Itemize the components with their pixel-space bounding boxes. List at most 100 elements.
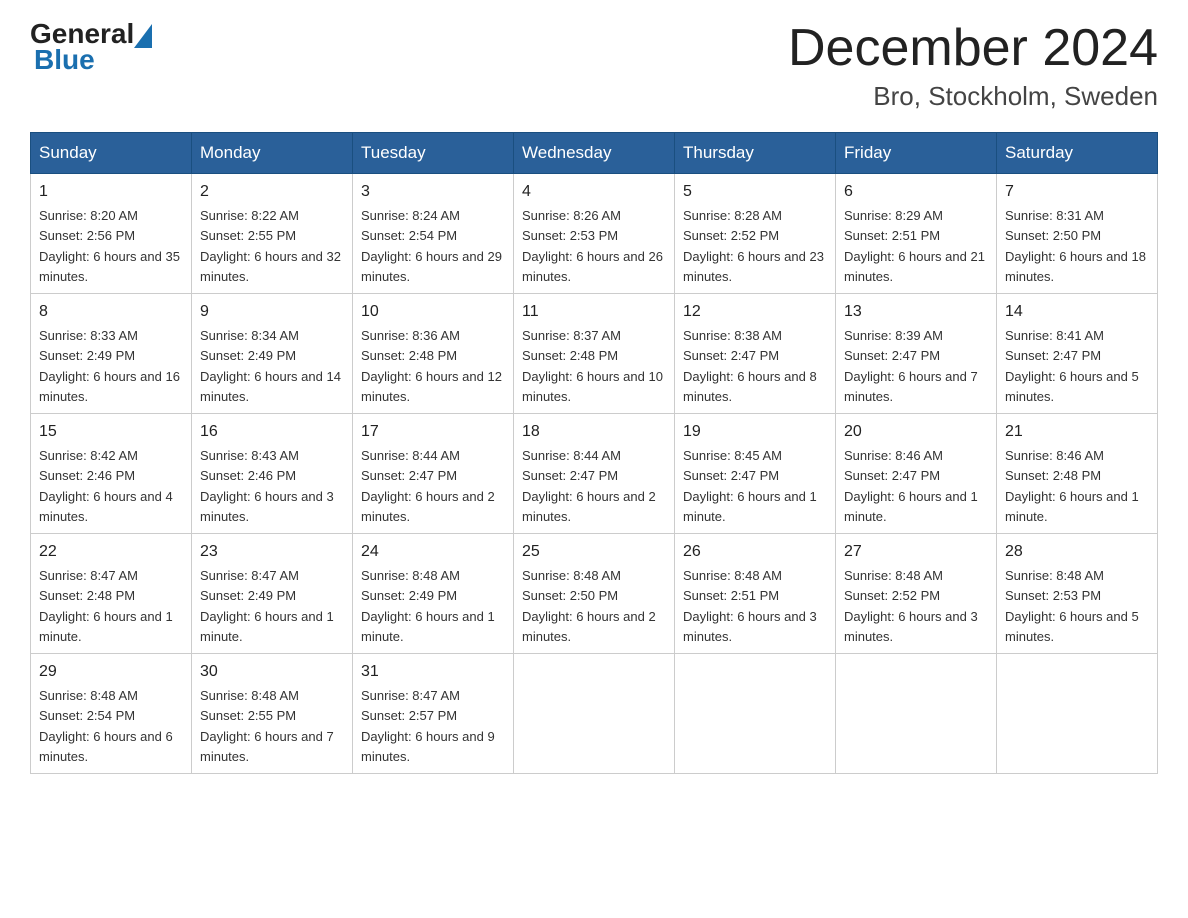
day-info: Sunrise: 8:44 AMSunset: 2:47 PMDaylight:…	[361, 448, 495, 524]
calendar-day-cell: 7 Sunrise: 8:31 AMSunset: 2:50 PMDaylight…	[997, 174, 1158, 294]
day-number: 25	[522, 540, 666, 564]
calendar-week-row: 15 Sunrise: 8:42 AMSunset: 2:46 PMDayligh…	[31, 414, 1158, 534]
day-number: 23	[200, 540, 344, 564]
calendar-day-cell: 19 Sunrise: 8:45 AMSunset: 2:47 PMDayligh…	[675, 414, 836, 534]
calendar-day-cell: 11 Sunrise: 8:37 AMSunset: 2:48 PMDayligh…	[514, 294, 675, 414]
calendar-day-cell: 16Sunrise: 8:43 AMSunset: 2:46 PMDayligh…	[192, 414, 353, 534]
day-info: Sunrise: 8:44 AMSunset: 2:47 PMDaylight:…	[522, 448, 656, 524]
day-number: 13	[844, 300, 988, 324]
calendar-day-cell	[675, 654, 836, 774]
day-number: 17	[361, 420, 505, 444]
day-of-week-header: Wednesday	[514, 133, 675, 174]
day-number: 14	[1005, 300, 1149, 324]
day-info: Sunrise: 8:37 AMSunset: 2:48 PMDaylight:…	[522, 328, 663, 404]
day-number: 8	[39, 300, 183, 324]
day-number: 1	[39, 180, 183, 204]
day-info: Sunrise: 8:36 AMSunset: 2:48 PMDaylight:…	[361, 328, 502, 404]
calendar-day-cell	[836, 654, 997, 774]
day-of-week-header: Thursday	[675, 133, 836, 174]
calendar-week-row: 22 Sunrise: 8:47 AMSunset: 2:48 PMDayligh…	[31, 534, 1158, 654]
calendar-week-row: 1 Sunrise: 8:20 AMSunset: 2:56 PMDaylight…	[31, 174, 1158, 294]
day-of-week-header: Tuesday	[353, 133, 514, 174]
calendar-day-cell: 13Sunrise: 8:39 AMSunset: 2:47 PMDayligh…	[836, 294, 997, 414]
day-number: 19	[683, 420, 827, 444]
calendar-day-cell: 31 Sunrise: 8:47 AMSunset: 2:57 PMDayligh…	[353, 654, 514, 774]
logo: General Blue	[30, 20, 152, 76]
calendar-day-cell: 3Sunrise: 8:24 AMSunset: 2:54 PMDaylight…	[353, 174, 514, 294]
day-info: Sunrise: 8:42 AMSunset: 2:46 PMDaylight:…	[39, 448, 173, 524]
day-number: 7	[1005, 180, 1149, 204]
day-info: Sunrise: 8:22 AMSunset: 2:55 PMDaylight:…	[200, 208, 341, 284]
day-info: Sunrise: 8:38 AMSunset: 2:47 PMDaylight:…	[683, 328, 817, 404]
day-info: Sunrise: 8:33 AMSunset: 2:49 PMDaylight:…	[39, 328, 180, 404]
day-info: Sunrise: 8:48 AMSunset: 2:49 PMDaylight:…	[361, 568, 495, 644]
day-info: Sunrise: 8:26 AMSunset: 2:53 PMDaylight:…	[522, 208, 663, 284]
calendar-week-row: 29 Sunrise: 8:48 AMSunset: 2:54 PMDayligh…	[31, 654, 1158, 774]
day-of-week-header: Friday	[836, 133, 997, 174]
day-info: Sunrise: 8:47 AMSunset: 2:49 PMDaylight:…	[200, 568, 334, 644]
day-number: 27	[844, 540, 988, 564]
calendar-day-cell: 18 Sunrise: 8:44 AMSunset: 2:47 PMDayligh…	[514, 414, 675, 534]
calendar-day-cell: 26 Sunrise: 8:48 AMSunset: 2:51 PMDayligh…	[675, 534, 836, 654]
calendar-day-cell: 9Sunrise: 8:34 AMSunset: 2:49 PMDaylight…	[192, 294, 353, 414]
calendar-title-area: December 2024 Bro, Stockholm, Sweden	[788, 20, 1158, 112]
day-of-week-header: Monday	[192, 133, 353, 174]
day-number: 18	[522, 420, 666, 444]
day-info: Sunrise: 8:48 AMSunset: 2:54 PMDaylight:…	[39, 688, 173, 764]
day-info: Sunrise: 8:31 AMSunset: 2:50 PMDaylight:…	[1005, 208, 1146, 284]
calendar-day-cell	[514, 654, 675, 774]
day-of-week-header: Saturday	[997, 133, 1158, 174]
day-number: 28	[1005, 540, 1149, 564]
calendar-title: December 2024	[788, 20, 1158, 77]
day-info: Sunrise: 8:29 AMSunset: 2:51 PMDaylight:…	[844, 208, 985, 284]
day-info: Sunrise: 8:43 AMSunset: 2:46 PMDaylight:…	[200, 448, 334, 524]
calendar-day-cell: 23 Sunrise: 8:47 AMSunset: 2:49 PMDayligh…	[192, 534, 353, 654]
day-number: 31	[361, 660, 505, 684]
page-header: General Blue December 2024 Bro, Stockhol…	[30, 20, 1158, 112]
day-number: 9	[200, 300, 344, 324]
day-number: 30	[200, 660, 344, 684]
day-info: Sunrise: 8:46 AMSunset: 2:47 PMDaylight:…	[844, 448, 978, 524]
calendar-day-cell: 4Sunrise: 8:26 AMSunset: 2:53 PMDaylight…	[514, 174, 675, 294]
day-number: 3	[361, 180, 505, 204]
calendar-day-cell: 5 Sunrise: 8:28 AMSunset: 2:52 PMDaylight…	[675, 174, 836, 294]
day-number: 29	[39, 660, 183, 684]
day-number: 22	[39, 540, 183, 564]
day-number: 20	[844, 420, 988, 444]
calendar-day-cell	[997, 654, 1158, 774]
day-info: Sunrise: 8:47 AMSunset: 2:57 PMDaylight:…	[361, 688, 495, 764]
day-number: 5	[683, 180, 827, 204]
calendar-week-row: 8 Sunrise: 8:33 AMSunset: 2:49 PMDaylight…	[31, 294, 1158, 414]
calendar-day-cell: 1 Sunrise: 8:20 AMSunset: 2:56 PMDaylight…	[31, 174, 192, 294]
calendar-day-cell: 25 Sunrise: 8:48 AMSunset: 2:50 PMDayligh…	[514, 534, 675, 654]
calendar-day-cell: 27 Sunrise: 8:48 AMSunset: 2:52 PMDayligh…	[836, 534, 997, 654]
calendar-day-cell: 8 Sunrise: 8:33 AMSunset: 2:49 PMDaylight…	[31, 294, 192, 414]
calendar-day-cell: 29 Sunrise: 8:48 AMSunset: 2:54 PMDayligh…	[31, 654, 192, 774]
calendar-day-cell: 30 Sunrise: 8:48 AMSunset: 2:55 PMDayligh…	[192, 654, 353, 774]
calendar-day-cell: 10 Sunrise: 8:36 AMSunset: 2:48 PMDayligh…	[353, 294, 514, 414]
day-info: Sunrise: 8:48 AMSunset: 2:52 PMDaylight:…	[844, 568, 978, 644]
calendar-day-cell: 14Sunrise: 8:41 AMSunset: 2:47 PMDayligh…	[997, 294, 1158, 414]
calendar-day-cell: 28Sunrise: 8:48 AMSunset: 2:53 PMDayligh…	[997, 534, 1158, 654]
day-info: Sunrise: 8:48 AMSunset: 2:55 PMDaylight:…	[200, 688, 334, 764]
day-number: 12	[683, 300, 827, 324]
day-number: 10	[361, 300, 505, 324]
calendar-day-cell: 21Sunrise: 8:46 AMSunset: 2:48 PMDayligh…	[997, 414, 1158, 534]
day-number: 21	[1005, 420, 1149, 444]
calendar-subtitle: Bro, Stockholm, Sweden	[788, 81, 1158, 112]
calendar-day-cell: 15 Sunrise: 8:42 AMSunset: 2:46 PMDayligh…	[31, 414, 192, 534]
day-number: 11	[522, 300, 666, 324]
day-info: Sunrise: 8:20 AMSunset: 2:56 PMDaylight:…	[39, 208, 180, 284]
calendar-day-cell: 2Sunrise: 8:22 AMSunset: 2:55 PMDaylight…	[192, 174, 353, 294]
calendar-table: SundayMondayTuesdayWednesdayThursdayFrid…	[30, 132, 1158, 774]
day-info: Sunrise: 8:45 AMSunset: 2:47 PMDaylight:…	[683, 448, 817, 524]
calendar-day-cell: 22 Sunrise: 8:47 AMSunset: 2:48 PMDayligh…	[31, 534, 192, 654]
day-info: Sunrise: 8:48 AMSunset: 2:50 PMDaylight:…	[522, 568, 656, 644]
day-info: Sunrise: 8:28 AMSunset: 2:52 PMDaylight:…	[683, 208, 824, 284]
day-number: 26	[683, 540, 827, 564]
calendar-day-cell: 12 Sunrise: 8:38 AMSunset: 2:47 PMDayligh…	[675, 294, 836, 414]
calendar-day-cell: 17 Sunrise: 8:44 AMSunset: 2:47 PMDayligh…	[353, 414, 514, 534]
day-number: 15	[39, 420, 183, 444]
day-info: Sunrise: 8:47 AMSunset: 2:48 PMDaylight:…	[39, 568, 173, 644]
day-info: Sunrise: 8:48 AMSunset: 2:51 PMDaylight:…	[683, 568, 817, 644]
